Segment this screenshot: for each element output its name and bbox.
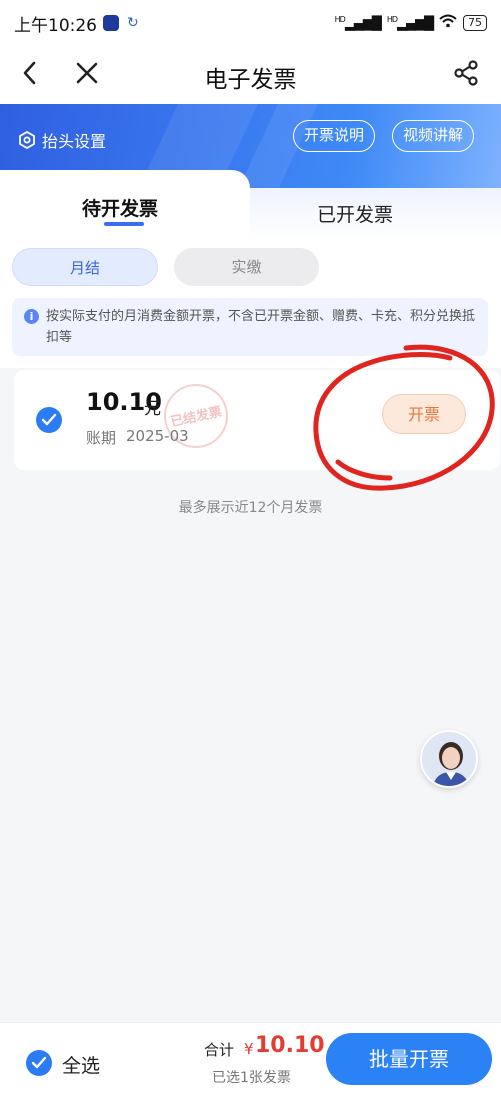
- signal-icon: HD▂▄▆█: [334, 14, 382, 32]
- issue-invoice-button[interactable]: 开票: [382, 394, 466, 434]
- header-setting-label: 抬头设置: [42, 132, 107, 151]
- check-icon: [31, 1056, 47, 1069]
- info-icon: i: [24, 309, 39, 324]
- select-all-label[interactable]: 全选: [62, 1051, 100, 1078]
- tab-active-indicator: [104, 222, 144, 226]
- max-months-note: 最多展示近12个月发票: [178, 500, 323, 516]
- tab-issued[interactable]: 已开发票: [317, 200, 393, 227]
- wifi-icon: [439, 14, 457, 32]
- sync-icon: ↻: [127, 15, 139, 31]
- bottom-action-bar: 全选 合计 ¥ 10.10 已选1张发票 批量开票: [0, 1022, 501, 1105]
- bill-checkbox[interactable]: [36, 407, 62, 433]
- video-explain-button[interactable]: 视频讲解: [392, 120, 475, 152]
- notice-banner: i 按实际支付的月消费金额开票，不含已开票金额、赠费、卡充、积分兑换抵扣等: [12, 298, 488, 356]
- assistant-avatar[interactable]: [420, 730, 478, 788]
- share-icon[interactable]: [451, 58, 481, 88]
- nav-bar: 电子发票: [0, 46, 501, 104]
- filter-chip-actual[interactable]: 实缴: [174, 248, 319, 286]
- total-label: 合计: [204, 1041, 235, 1059]
- notice-text: 按实际支付的月消费金额开票，不含已开票金额、赠费、卡充、积分兑换抵扣等: [46, 309, 476, 345]
- bill-amount-unit: 元: [144, 399, 161, 419]
- invoice-tabs: 待开发票 已开发票: [0, 170, 501, 240]
- page-title: 电子发票: [204, 67, 297, 93]
- signal-icon-2: HD▂▄▆█: [386, 14, 434, 32]
- app-notification-icon: [103, 15, 119, 31]
- bill-period-label: 账期: [86, 429, 117, 447]
- header-setting-button[interactable]: 抬头设置: [18, 128, 106, 152]
- bill-card: 10.10 元 已结发票 账期 2025-03 开票: [14, 370, 500, 470]
- selected-count: 已选1张发票: [212, 1070, 291, 1086]
- status-bar: 上午10:26 ↻ HD▂▄▆█ HD▂▄▆█ 75: [0, 0, 501, 46]
- total-currency: ¥: [244, 1040, 254, 1058]
- filter-chip-monthly[interactable]: 月结: [12, 248, 158, 286]
- check-icon: [41, 413, 57, 426]
- total-amount: 10.10: [255, 1033, 325, 1058]
- assistant-portrait-icon: [422, 732, 476, 786]
- batch-invoice-button[interactable]: 批量开票: [326, 1033, 492, 1085]
- status-time: 上午10:26: [14, 15, 97, 36]
- bill-period-value: 2025-03: [126, 427, 189, 445]
- tab-pending[interactable]: 待开发票: [82, 194, 158, 221]
- select-all-checkbox[interactable]: [26, 1050, 52, 1076]
- settings-icon: [19, 131, 35, 149]
- status-indicators: HD▂▄▆█ HD▂▄▆█ 75: [335, 14, 487, 32]
- invoice-explain-button[interactable]: 开票说明: [293, 120, 376, 152]
- battery-indicator: 75: [463, 15, 487, 31]
